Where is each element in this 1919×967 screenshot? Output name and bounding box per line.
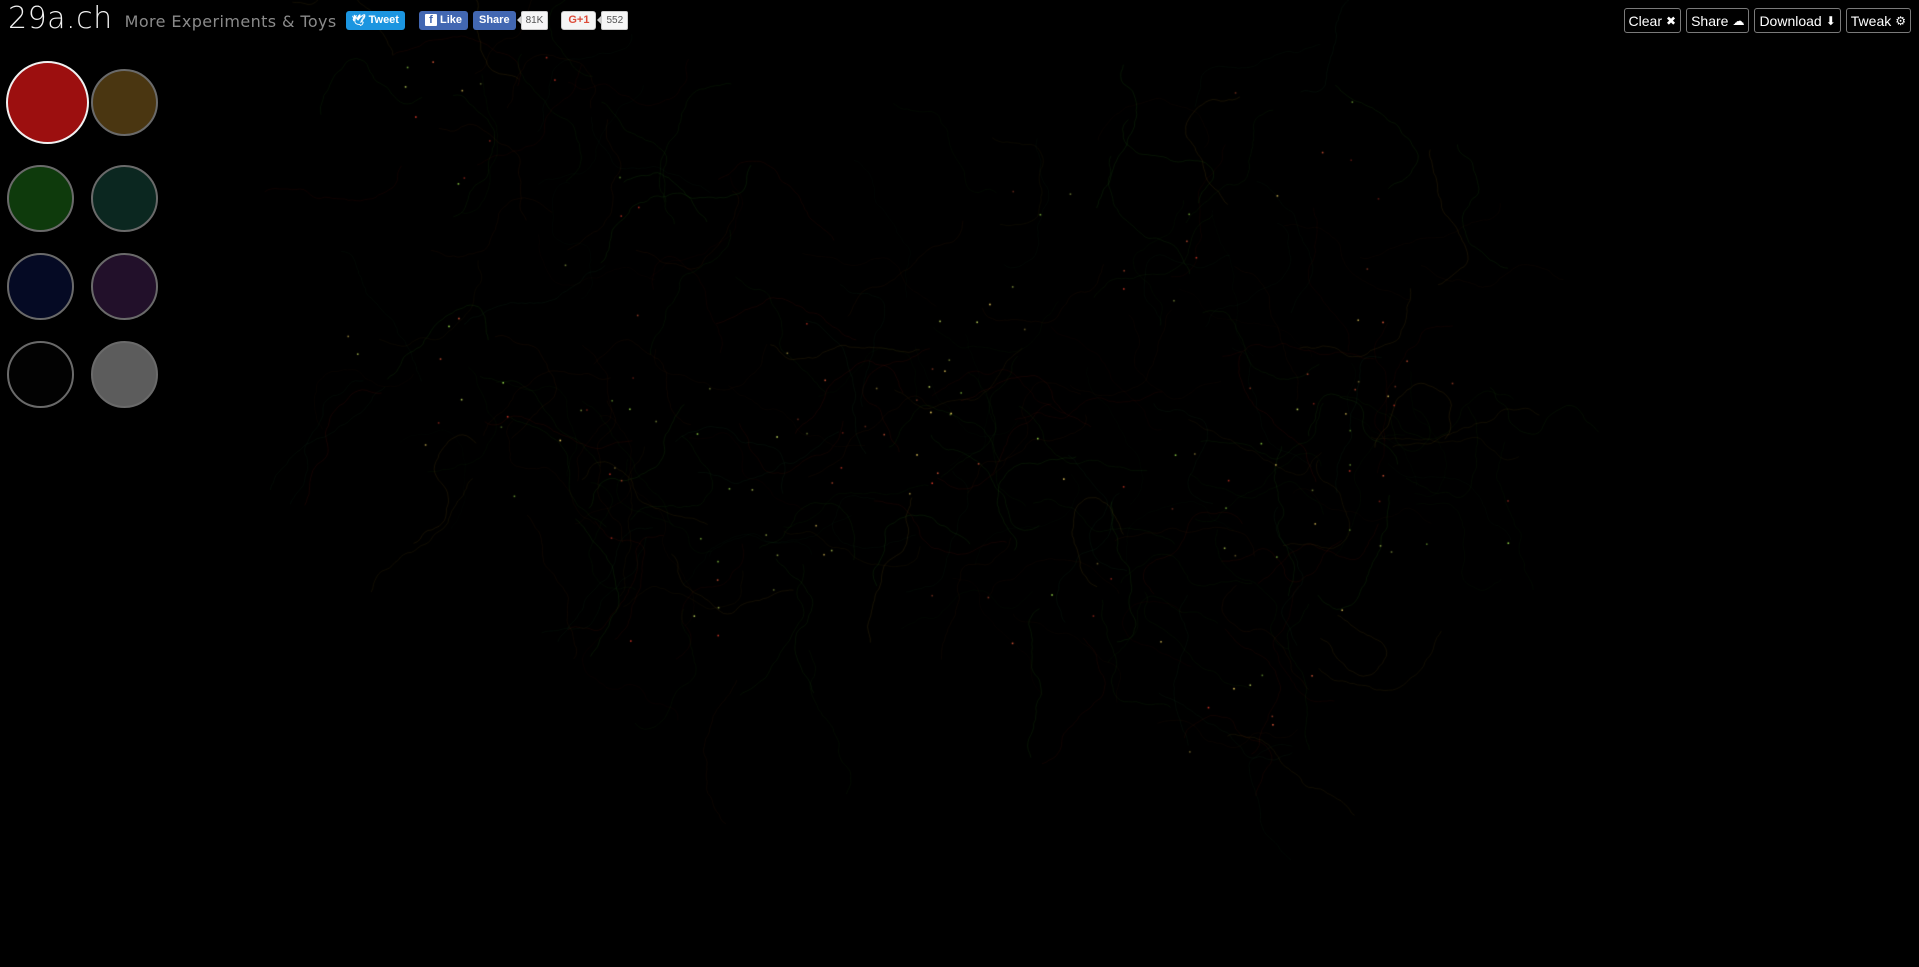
share-label: Share (478, 14, 510, 26)
color-swatch[interactable] (91, 69, 158, 136)
cloud-upload-icon: ☁ (1732, 13, 1745, 28)
download-button[interactable]: Download ⬇ (1754, 8, 1841, 33)
toolbar: Clear ✖ Share ☁ Download ⬇ Tweak ⚙ (1623, 8, 1911, 33)
color-palette (6, 61, 158, 408)
tweet-label: Tweet (368, 14, 399, 26)
site-logo[interactable]: 29a.ch (8, 1, 113, 36)
color-swatch[interactable] (91, 253, 158, 320)
tweak-button[interactable]: Tweak ⚙ (1845, 8, 1911, 33)
clear-button[interactable]: Clear ✖ (1623, 8, 1682, 33)
like-label: Like (439, 14, 462, 26)
close-icon: ✖ (1666, 13, 1677, 28)
facebook-icon: f (424, 14, 437, 26)
app-root: 29a.ch More Experiments & Toys 🕊 Tweet f… (0, 0, 1919, 967)
facebook-like-button[interactable]: f Like (418, 10, 468, 30)
tagline-link[interactable]: More Experiments & Toys (125, 12, 337, 31)
share-label: Share (1691, 12, 1729, 29)
facebook-share-button[interactable]: Share (472, 10, 516, 30)
color-swatch[interactable] (91, 165, 158, 232)
color-swatch[interactable] (91, 341, 158, 408)
download-icon: ⬇ (1825, 13, 1836, 28)
color-swatch[interactable] (7, 165, 74, 232)
gear-icon: ⚙ (1895, 13, 1906, 28)
social-buttons: 🕊 Tweet f Like Share 81K G+1 552 (345, 10, 629, 30)
clear-label: Clear (1628, 12, 1663, 29)
color-swatch[interactable] (6, 61, 89, 144)
tweet-button[interactable]: 🕊 Tweet (345, 10, 405, 30)
google-plus-count: 552 (597, 10, 629, 30)
google-plus-button[interactable]: G+1 (561, 10, 597, 30)
facebook-share-count: 81K (516, 10, 549, 30)
color-swatch[interactable] (7, 341, 74, 408)
gplus-label: G+1 (568, 14, 590, 26)
header: 29a.ch More Experiments & Toys 🕊 Tweet f… (8, 0, 629, 40)
twitter-bird-icon: 🕊 (351, 14, 366, 27)
color-swatch[interactable] (7, 253, 74, 320)
download-label: Download (1759, 12, 1822, 29)
share-button[interactable]: Share ☁ (1686, 8, 1750, 33)
tweak-label: Tweak (1850, 12, 1892, 29)
drawing-canvas[interactable] (0, 0, 1919, 967)
